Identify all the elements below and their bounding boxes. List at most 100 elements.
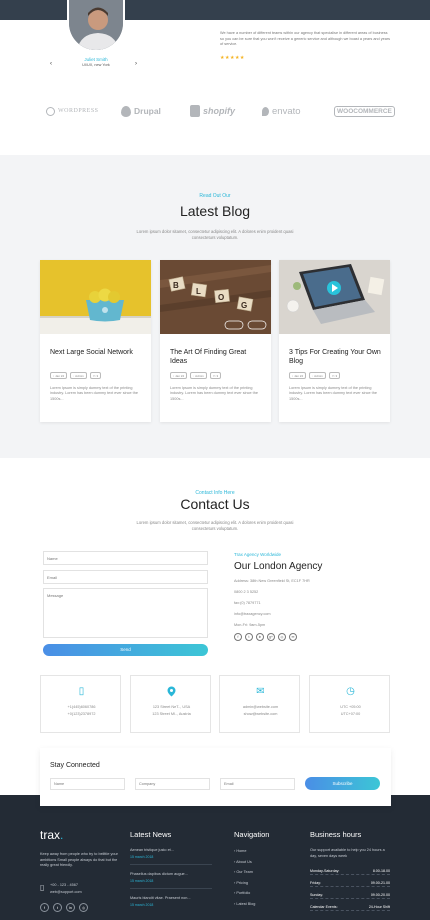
message-field[interactable]: Message bbox=[43, 588, 208, 638]
name-field[interactable]: Name bbox=[43, 551, 208, 565]
linkedin-icon[interactable]: in bbox=[256, 633, 264, 641]
blog-post-title[interactable]: The Art Of Finding Great Ideas bbox=[170, 348, 265, 366]
comments-badge: ▭ 3 bbox=[328, 372, 341, 379]
blog-image bbox=[279, 260, 390, 334]
newsletter-company-input[interactable]: Company bbox=[135, 778, 210, 790]
logo-text: trax bbox=[40, 828, 61, 842]
blog-card[interactable]: Next Large Social Network ▫ Jan 24 ◦ Admin… bbox=[40, 260, 151, 422]
drupal-logo: Drupal bbox=[121, 101, 161, 121]
blog-card[interactable]: 3 Tips For Creating Your Own Blog ▫ Jan 2… bbox=[279, 260, 390, 422]
brand-label: shopify bbox=[203, 106, 236, 116]
user-icon: ◦ bbox=[73, 373, 75, 378]
author-label: Admin bbox=[314, 373, 323, 378]
newsletter-name-input[interactable]: Name bbox=[50, 778, 125, 790]
twitter-icon[interactable]: t bbox=[245, 633, 253, 641]
hours-heading: Business hours bbox=[310, 830, 362, 839]
nav-label: Home bbox=[236, 849, 247, 853]
hours-day: Monday-Saturday: bbox=[310, 869, 340, 873]
phone-info-box: ▯ +1(445)6060786 +0(123)2378972 bbox=[40, 675, 121, 733]
facebook-icon[interactable]: f bbox=[40, 903, 49, 912]
agency-hours: Mon-Fri: 9am-5pm bbox=[234, 623, 266, 627]
clock-info-box: ◷ UTC +05:00 UTC+07:00 bbox=[309, 675, 390, 733]
blog-card[interactable]: B L O G The Art Of Finding Great Ideas ▫ Jan… bbox=[160, 260, 271, 422]
location-icon bbox=[131, 686, 212, 700]
info-line: UTC +05:00 bbox=[340, 705, 361, 709]
subscribe-button[interactable]: Subscribe bbox=[305, 777, 380, 790]
linkedin-icon[interactable]: in bbox=[66, 903, 75, 912]
hours-row: Monday-Saturday: 8.00-18.00 bbox=[310, 869, 390, 875]
blog-excerpt: Lorem Ipsum is simply dummy text of the … bbox=[50, 386, 138, 401]
author-label: Admin bbox=[195, 373, 204, 378]
date-badge: ▫ Jan 24 bbox=[50, 372, 68, 379]
shopify-logo: shopify bbox=[190, 101, 235, 121]
nav-label: Portfolio bbox=[236, 891, 251, 895]
hours-time: 09.00-21.00 bbox=[370, 881, 390, 885]
shopify-icon bbox=[190, 105, 200, 117]
footer-nav-portfolio[interactable]: › Portfolio bbox=[234, 891, 250, 895]
email-field[interactable]: Email bbox=[43, 570, 208, 584]
phone-icon: ▯ bbox=[78, 686, 85, 697]
footer-phone: +00 - 123 - 4567 bbox=[50, 883, 78, 887]
woocommerce-logo: WooCommerce bbox=[334, 101, 395, 121]
testimonial-role: UI/UX, new York bbox=[82, 63, 110, 67]
instagram-icon[interactable]: ◎ bbox=[79, 903, 88, 912]
footer-nav-blog[interactable]: › Latest Blog bbox=[234, 902, 255, 906]
blog-post-title[interactable]: Next Large Social Network bbox=[50, 348, 145, 357]
news-item-title[interactable]: Aenean tristique justo et... bbox=[130, 848, 174, 852]
info-line: +1(445)6060786 bbox=[67, 705, 96, 709]
footer-nav-team[interactable]: › Our Team bbox=[234, 870, 253, 874]
agency-title: Our London Agency bbox=[234, 561, 323, 572]
hours-row: Friday: 09.00-21.00 bbox=[310, 881, 390, 887]
news-item-date: 15 march 2018 bbox=[130, 903, 154, 907]
date-label: Jan 24 bbox=[175, 373, 185, 378]
newsletter-box: Stay Connected Name Company Email Subscr… bbox=[40, 748, 391, 806]
blog-subtitle: Read Out Our bbox=[199, 193, 231, 199]
news-item-date: 15 march 2018 bbox=[130, 879, 154, 883]
agency-email[interactable]: info@traxagency.com bbox=[234, 612, 271, 616]
footer-nav-home[interactable]: › Home bbox=[234, 849, 246, 853]
footer-logo[interactable]: trax. bbox=[40, 828, 63, 842]
info-line[interactable]: show@website.com bbox=[220, 712, 301, 716]
envato-icon bbox=[262, 106, 269, 116]
mail-icon[interactable]: ✉ bbox=[289, 633, 297, 641]
svg-text:L: L bbox=[196, 287, 201, 296]
twitter-icon[interactable]: t bbox=[53, 903, 62, 912]
info-line[interactable]: admin@website.com bbox=[220, 705, 301, 709]
phone-icon: ▯ bbox=[40, 883, 45, 892]
blog-image: B L O G bbox=[160, 260, 271, 334]
footer-nav-about[interactable]: › About Us bbox=[234, 860, 252, 864]
news-heading: Latest News bbox=[130, 830, 172, 839]
hours-day: Friday: bbox=[310, 881, 321, 885]
date-label: Jan 24 bbox=[55, 373, 65, 378]
hours-row: Calendar Events: 24-Hour Shift bbox=[310, 905, 390, 911]
comment-icon: ▭ bbox=[92, 373, 96, 378]
comment-icon: ▭ bbox=[331, 373, 335, 378]
newsletter-email-input[interactable]: Email bbox=[220, 778, 295, 790]
comments-badge: ▭ 3 bbox=[209, 372, 222, 379]
news-item-title[interactable]: Phasellus dapibus dictum augue... bbox=[130, 872, 188, 876]
calendar-icon: ▫ bbox=[292, 373, 294, 378]
send-button[interactable]: Send bbox=[43, 644, 208, 656]
next-arrow-icon[interactable]: › bbox=[135, 61, 137, 67]
testimonial-quote: We have a number of different teams with… bbox=[220, 31, 390, 47]
footer-nav-pricing[interactable]: › Pricing bbox=[234, 881, 248, 885]
calendar-icon: ▫ bbox=[53, 373, 55, 378]
divider bbox=[130, 864, 212, 865]
author-label: Admin bbox=[75, 373, 84, 378]
footer-email[interactable]: web@support.com bbox=[50, 890, 82, 894]
hours-time: 24-Hour Shift bbox=[368, 905, 390, 909]
blog-post-title[interactable]: 3 Tips For Creating Your Own Blog bbox=[289, 348, 384, 366]
instagram-icon[interactable]: ◎ bbox=[278, 633, 286, 641]
contact-description: Lorem ipsum dolor sitamet, consectetur a… bbox=[136, 520, 294, 531]
prev-arrow-icon[interactable]: ‹ bbox=[50, 61, 52, 67]
blog-title: Latest Blog bbox=[179, 203, 251, 219]
news-item-title[interactable]: Mauris blandit vitae. Praesent non... bbox=[130, 896, 191, 900]
post-meta: ▫ Jan 24 ◦ Admin ▭ 3 bbox=[50, 372, 102, 379]
divider bbox=[130, 888, 212, 889]
calendar-icon: ▫ bbox=[173, 373, 175, 378]
facebook-icon[interactable]: f bbox=[234, 633, 242, 641]
nav-label: Pricing bbox=[236, 881, 248, 885]
google-plus-icon[interactable]: g+ bbox=[267, 633, 275, 641]
hours-time: 09.00-20.00 bbox=[370, 893, 390, 897]
location-info-box: 123 Street NeT.., USA 123 Street Ml.., A… bbox=[130, 675, 211, 733]
